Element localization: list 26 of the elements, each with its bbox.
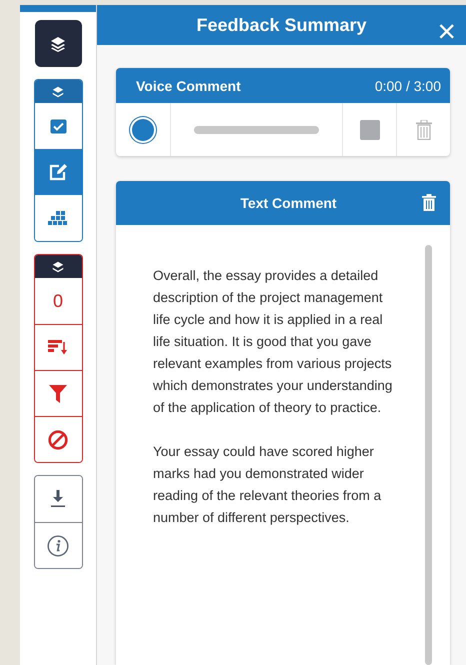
layers-icon <box>52 86 64 98</box>
edit-icon <box>48 163 68 181</box>
filter-icon <box>49 384 67 402</box>
panel-title: Feedback Summary <box>196 14 367 36</box>
comment-paragraph: Overall, the essay provides a detailed description of the project management life cycle and how it is applied in a real life situation. It is good that you gave relevant examples from various projects which demonstrates your understanding of the application of theory to practice. <box>153 267 394 417</box>
info-button[interactable] <box>34 522 82 568</box>
comment-paragraph: Your essay could have scored higher marks had you demonstrated wider reading of the relevant theories from a number of different perspectives. <box>153 443 382 527</box>
layers-icon <box>50 36 66 52</box>
edit-button[interactable] <box>34 149 82 195</box>
close-button[interactable]: × <box>437 15 456 47</box>
block-icon <box>48 430 68 450</box>
audio-track[interactable] <box>194 126 319 134</box>
grid-icon <box>48 210 68 226</box>
block-button[interactable] <box>34 416 82 462</box>
layers-icon <box>52 260 64 272</box>
info-icon <box>47 534 69 556</box>
sort-icon <box>48 340 68 355</box>
card-title: Voice Comment <box>136 78 241 94</box>
delete-icon[interactable] <box>422 194 436 211</box>
layers-button[interactable] <box>34 20 82 67</box>
scrollbar[interactable] <box>425 245 432 665</box>
card-title: Text Comment <box>240 195 337 211</box>
download-icon <box>50 490 66 508</box>
record-button[interactable] <box>132 118 154 140</box>
checkbox-icon <box>50 118 66 134</box>
time-display: 0:00 / 3:00 <box>374 78 441 94</box>
